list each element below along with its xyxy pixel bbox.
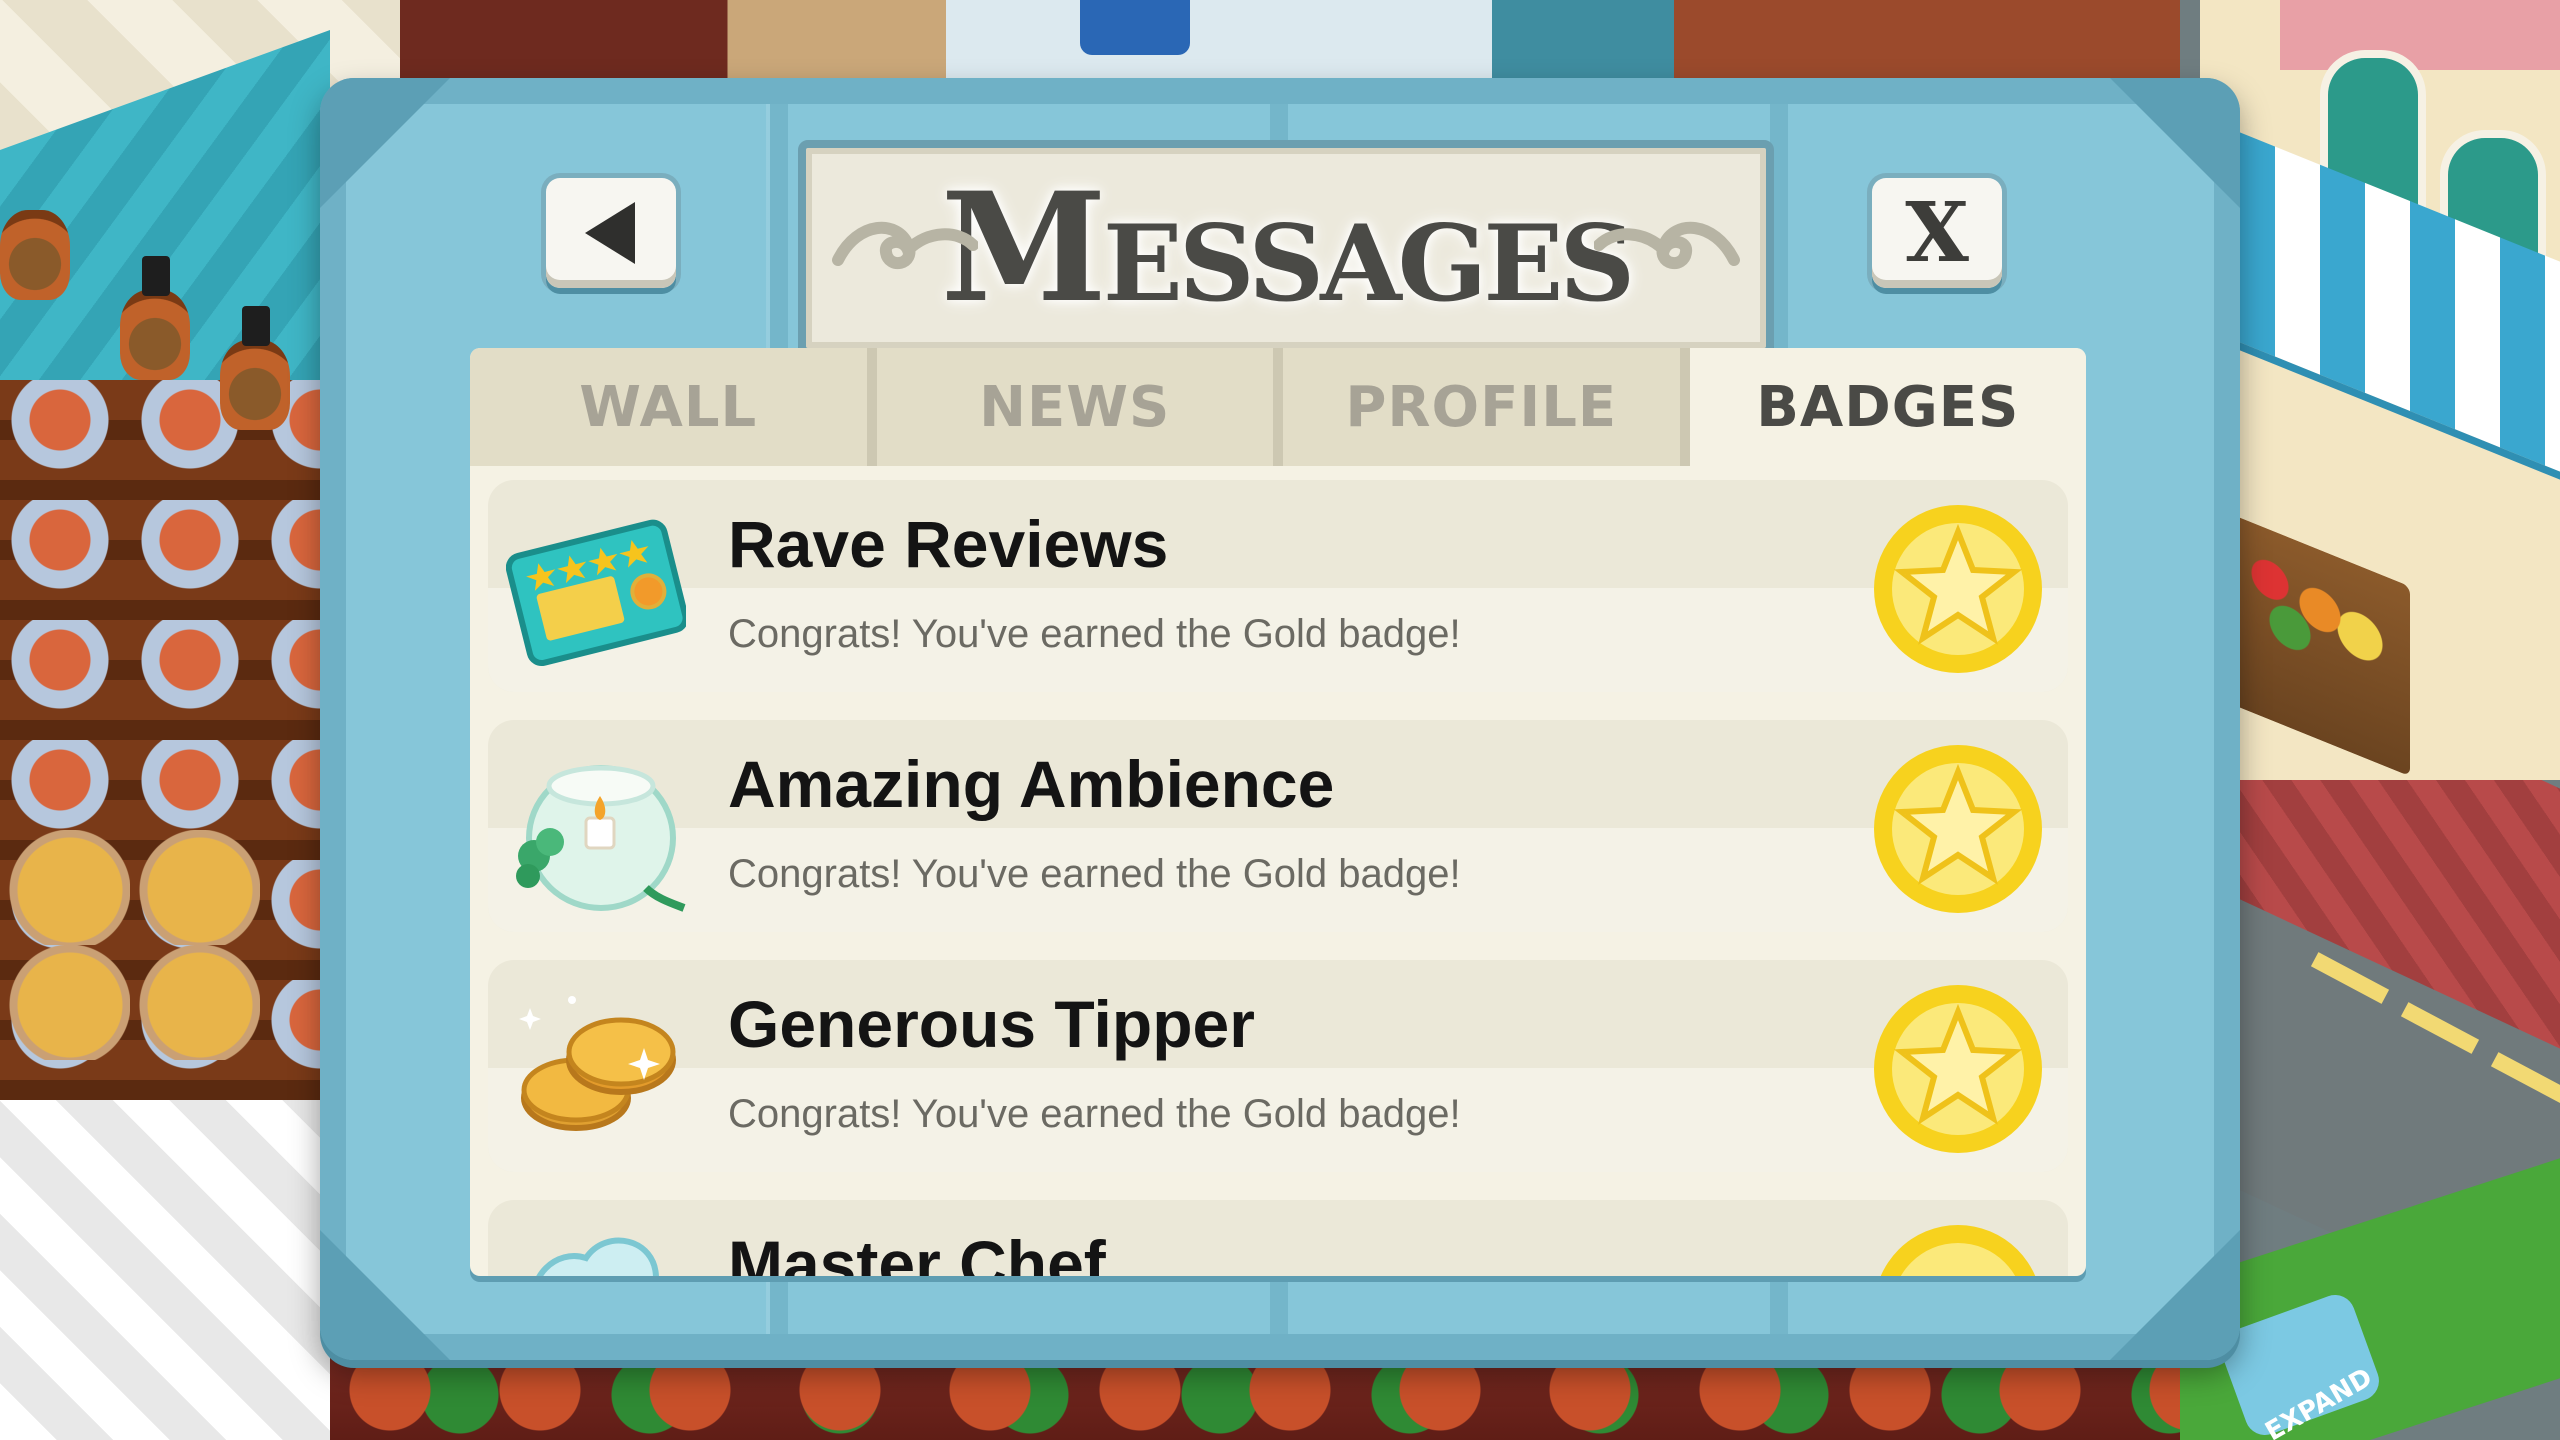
building-roof (2280, 0, 2560, 70)
badge-title: Master Chef (728, 1227, 1106, 1276)
back-button[interactable] (546, 178, 676, 288)
gold-star-badge-icon (1874, 745, 2042, 913)
badge-title: Amazing Ambience (728, 747, 1335, 821)
badge-subtitle: Congrats! You've earned the Gold badge! (728, 1092, 1461, 1136)
tab-badges[interactable]: BADGES (1689, 348, 2086, 466)
messages-panel: WALL NEWS PROFILE BADGES Rave Reviews Co… (470, 348, 2086, 1276)
badge-subtitle: Congrats! You've earned the Gold badge! (728, 612, 1461, 656)
back-arrow-icon (585, 202, 635, 264)
turkey-decoration (0, 210, 70, 300)
list-item[interactable]: Master Chef (488, 1200, 2068, 1276)
gold-star-badge-icon (1880, 1225, 2036, 1276)
swirl-ornament-icon (832, 221, 978, 270)
chef-hat-icon (536, 1237, 659, 1276)
tab-bar: WALL NEWS PROFILE BADGES (470, 348, 2086, 466)
badge-title: Rave Reviews (728, 507, 1169, 581)
title-banner: Messages (798, 140, 1774, 356)
badge-subtitle: Congrats! You've earned the Gold badge! (728, 852, 1461, 896)
white-chairs (0, 1100, 330, 1440)
dining-tables (0, 380, 330, 1200)
messages-dialog: Messages X WALL NEWS PROFILE BADGES Rave… (320, 78, 2240, 1360)
gold-star-badge-icon (1874, 505, 2042, 673)
tab-wall[interactable]: WALL (470, 348, 877, 466)
badge-list[interactable]: Rave Reviews Congrats! You've earned the… (488, 480, 2068, 1276)
turkey-decoration (120, 256, 190, 380)
tab-profile[interactable]: PROFILE (1283, 348, 1690, 466)
gold-star-badge-icon (1874, 985, 2042, 1153)
turkey-decoration (220, 306, 290, 430)
pie-tables (0, 830, 260, 1060)
close-icon: X (1905, 185, 1969, 281)
street-buildings (400, 0, 2220, 90)
mailbox-icon[interactable] (1080, 0, 1190, 55)
tab-news[interactable]: NEWS (876, 348, 1283, 466)
list-item[interactable]: Amazing Ambience Congrats! You've earned… (488, 720, 2068, 932)
list-item[interactable]: Rave Reviews Congrats! You've earned the… (488, 480, 2068, 692)
candle-bowl-icon (516, 765, 686, 912)
badge-title: Generous Tipper (728, 987, 1255, 1061)
gold-coins-icon (519, 996, 676, 1131)
swirl-ornament-icon (1594, 221, 1740, 270)
review-card-icon (506, 519, 686, 667)
game-screen: EXPAND Messages X WALL NEWS PROFILE BADG… (0, 0, 2560, 1440)
close-button[interactable]: X (1872, 178, 2002, 288)
dialog-title: Messages (940, 160, 1635, 336)
list-item[interactable]: Generous Tipper Congrats! You've earned … (488, 960, 2068, 1172)
